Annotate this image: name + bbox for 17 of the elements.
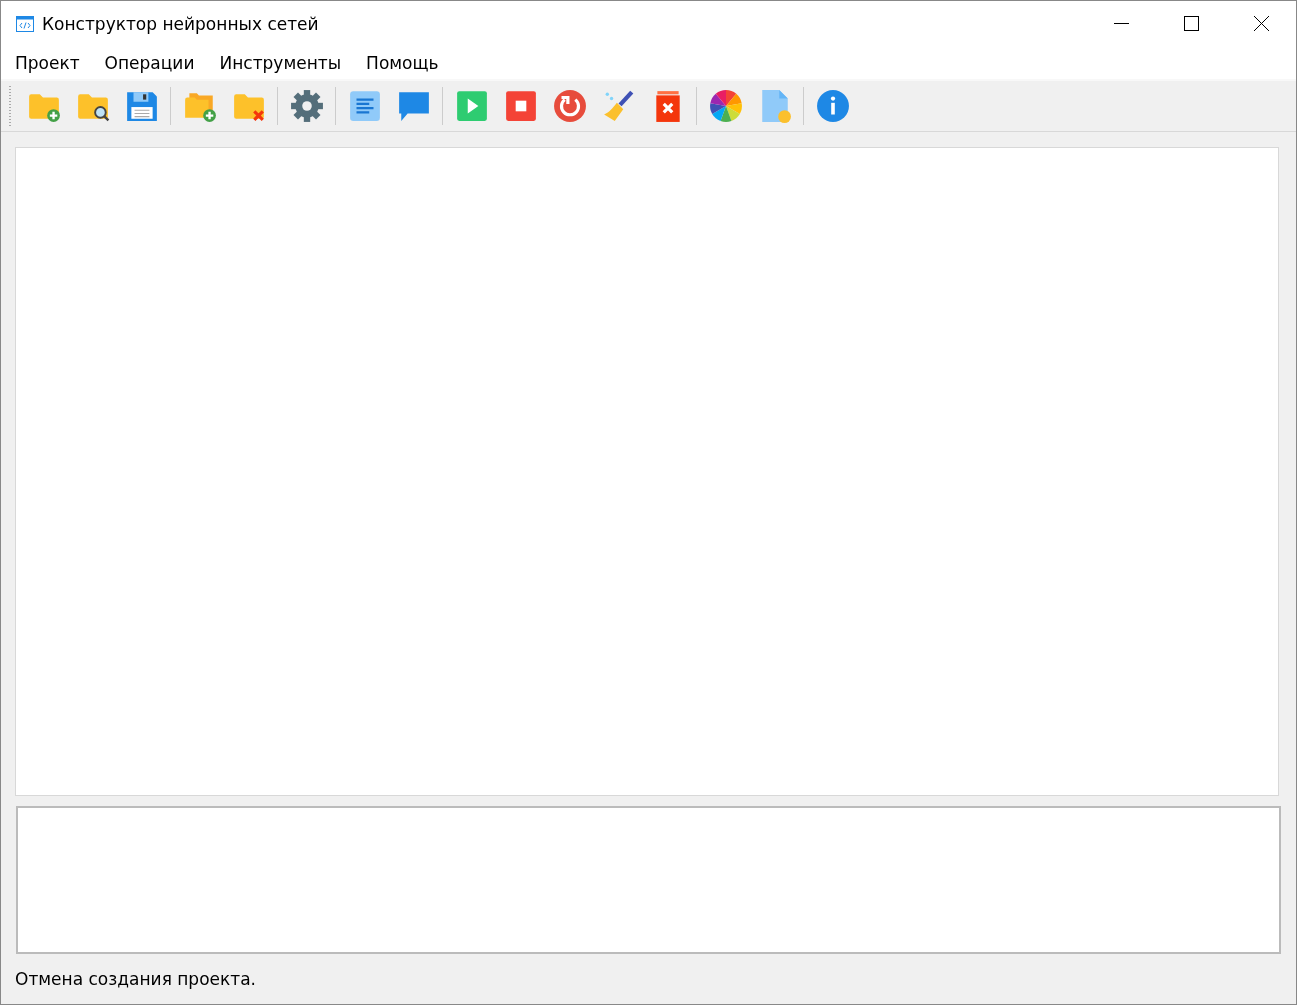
- refresh-icon[interactable]: [552, 89, 587, 123]
- info-icon[interactable]: [815, 89, 850, 123]
- status-text: Отмена создания проекта.: [15, 969, 256, 989]
- save-icon[interactable]: [124, 89, 159, 123]
- menu-item[interactable]: Инструменты: [211, 52, 350, 73]
- menu-item[interactable]: Операции: [96, 52, 203, 73]
- menu-item[interactable]: Проект: [7, 52, 88, 73]
- text-document-icon[interactable]: [347, 89, 382, 123]
- menu-item[interactable]: Помощь: [358, 52, 447, 73]
- window-title: Конструктор нейронных сетей: [42, 13, 320, 34]
- app-icon: [16, 15, 34, 32]
- color-wheel-icon[interactable]: [708, 89, 743, 123]
- stop-icon[interactable]: [503, 89, 538, 123]
- broom-icon[interactable]: [601, 89, 636, 123]
- chat-bubble-icon[interactable]: [396, 89, 431, 123]
- play-icon[interactable]: [454, 89, 489, 123]
- settings-icon[interactable]: [289, 89, 324, 123]
